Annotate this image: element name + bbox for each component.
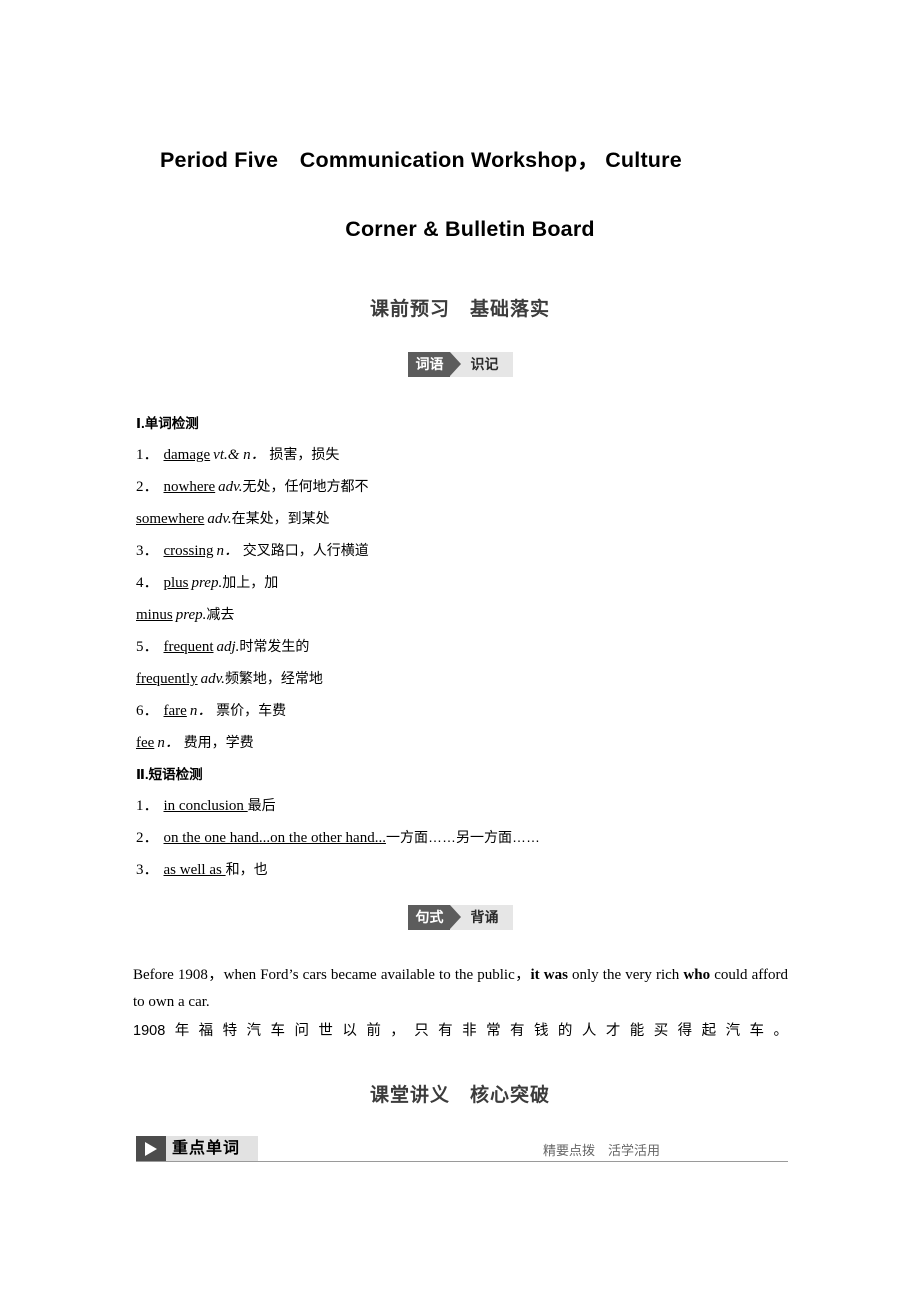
badge-sentence-tag: 句式 bbox=[407, 905, 450, 930]
sentence-en-bold2: who bbox=[683, 967, 711, 983]
item-phrase: in conclusion bbox=[163, 798, 248, 814]
item-pos: n． bbox=[157, 735, 180, 751]
item-meaning: 在某处，到某处 bbox=[231, 510, 330, 526]
item-word: frequent bbox=[163, 639, 214, 655]
list-item: 2． on the one hand...on the other hand...… bbox=[136, 822, 836, 854]
sentence-chinese: 1908年福特汽车问世以前，只有非常有钱的人才能买得起汽车。 bbox=[133, 1023, 788, 1039]
key-words-banner: 重点单词 精要点拨 活学活用 bbox=[136, 1136, 788, 1162]
item-pos: adj. bbox=[216, 639, 240, 655]
item-word: frequently bbox=[136, 671, 198, 687]
item-pos: adv. bbox=[200, 671, 225, 687]
badge-vocab: 词语 识记 bbox=[407, 352, 513, 377]
item-word: damage bbox=[163, 447, 211, 463]
page-title-line-2: Corner & Bulletin Board bbox=[345, 217, 595, 241]
list-item: frequently adv.频繁地，经常地 bbox=[136, 663, 836, 695]
section-word-check: Ⅰ.单词检测 1． damage vt.& n． 损害，损失 2． nowhere ad… bbox=[136, 408, 836, 886]
sentence-en-part1: Before 1908，when Ford’s cars became avai… bbox=[133, 967, 531, 983]
item-number: 4． bbox=[136, 575, 159, 591]
part2-heading: Ⅱ.短语检测 bbox=[136, 767, 203, 782]
item-word: fare bbox=[163, 703, 187, 719]
section-heading-lecture: 课堂讲义 核心突破 bbox=[369, 1085, 550, 1106]
arrow-right-icon bbox=[449, 905, 461, 929]
item-pos: prep. bbox=[175, 607, 207, 623]
list-item: 4． plus prep.加上，加 bbox=[136, 567, 836, 599]
list-item: fee n． 费用，学费 bbox=[136, 727, 836, 759]
badge-vocab-label: 识记 bbox=[470, 356, 499, 372]
item-word: crossing bbox=[163, 543, 214, 559]
list-item: minus prep.减去 bbox=[136, 599, 836, 631]
item-number: 2． bbox=[136, 830, 159, 846]
item-meaning: 加上，加 bbox=[222, 574, 279, 590]
play-triangle-icon bbox=[145, 1142, 157, 1156]
sentence-en-part2: only the very rich bbox=[567, 967, 684, 983]
badge-sentence-label: 背诵 bbox=[470, 909, 499, 925]
item-meaning: 无处，任何地方都不 bbox=[242, 478, 369, 494]
list-item: 1． damage vt.& n． 损害，损失 bbox=[136, 439, 836, 471]
item-number: 3． bbox=[136, 862, 159, 878]
item-word: somewhere bbox=[136, 511, 205, 527]
item-meaning: 交叉路口，人行横道 bbox=[242, 542, 369, 558]
section-heading-preview: 课前预习 基础落实 bbox=[369, 299, 550, 320]
item-number: 3． bbox=[136, 543, 159, 559]
item-word: nowhere bbox=[163, 479, 216, 495]
page-title-line-1: Period Five Communication Workshop， Cult… bbox=[160, 148, 682, 172]
item-meaning: 时常发生的 bbox=[239, 638, 310, 654]
item-number: 1． bbox=[136, 798, 159, 814]
item-meaning: 损害，损失 bbox=[269, 446, 340, 462]
item-number: 1． bbox=[136, 447, 159, 463]
item-meaning: 费用，学费 bbox=[183, 734, 254, 750]
badge-sentence-wrapper: 句式 背诵 bbox=[0, 905, 920, 930]
item-meaning: 频繁地，经常地 bbox=[224, 670, 323, 686]
banner-title: 重点单词 bbox=[172, 1140, 241, 1157]
item-phrase: as well as bbox=[163, 862, 226, 878]
part1-heading: Ⅰ.单词检测 bbox=[136, 416, 199, 431]
item-pos: n． bbox=[216, 543, 240, 559]
badge-vocab-wrapper: 词语 识记 bbox=[0, 352, 920, 377]
item-word: fee bbox=[136, 735, 155, 751]
item-number: 6． bbox=[136, 703, 159, 719]
item-phrase: on the one hand...on the other hand... bbox=[163, 830, 386, 846]
document-page: Period Five Communication Workshop， Cult… bbox=[0, 0, 920, 1302]
item-pos: adv. bbox=[218, 479, 243, 495]
item-number: 2． bbox=[136, 479, 159, 495]
list-item: 1． in conclusion 最后 bbox=[136, 790, 836, 822]
sentence-en-bold1: it was bbox=[530, 967, 568, 983]
item-meaning: 一方面……另一方面…… bbox=[385, 829, 540, 845]
item-meaning: 票价，车费 bbox=[216, 702, 287, 718]
badge-vocab-tag: 词语 bbox=[407, 352, 450, 377]
list-item: somewhere adv.在某处，到某处 bbox=[136, 503, 836, 535]
item-pos: n． bbox=[189, 703, 213, 719]
sentence-english: Before 1908，when Ford’s cars became avai… bbox=[133, 962, 788, 1016]
item-number: 5． bbox=[136, 639, 159, 655]
page-title: Period Five Communication Workshop， Cult… bbox=[160, 138, 780, 252]
arrow-right-icon bbox=[449, 352, 461, 376]
list-item: 3． as well as 和，也 bbox=[136, 854, 836, 886]
item-pos: vt.& n． bbox=[213, 447, 266, 463]
list-item: 2． nowhere adv.无处，任何地方都不 bbox=[136, 471, 836, 503]
item-meaning: 和，也 bbox=[225, 861, 268, 877]
item-meaning: 减去 bbox=[206, 606, 235, 622]
banner-subtitle: 精要点拨 活学活用 bbox=[542, 1143, 660, 1158]
list-item: 6． fare n． 票价，车费 bbox=[136, 695, 836, 727]
list-item: 5． frequent adj.时常发生的 bbox=[136, 631, 836, 663]
badge-sentence: 句式 背诵 bbox=[407, 905, 513, 930]
item-pos: adv. bbox=[207, 511, 232, 527]
item-pos: prep. bbox=[191, 575, 223, 591]
banner-rule bbox=[136, 1161, 788, 1162]
list-item: 3． crossing n． 交叉路口，人行横道 bbox=[136, 535, 836, 567]
item-word: plus bbox=[163, 575, 189, 591]
item-meaning: 最后 bbox=[247, 797, 276, 813]
item-word: minus bbox=[136, 607, 173, 623]
